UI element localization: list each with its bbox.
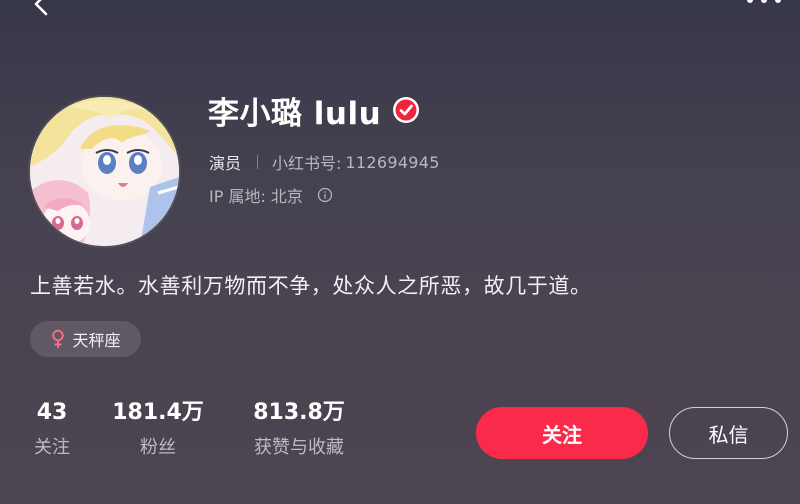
fans-label: 粉丝	[140, 437, 176, 458]
zodiac-tag: 天秤座	[30, 321, 141, 357]
nickname: 李小璐 lulu	[208, 95, 382, 132]
avatar-illustration	[30, 97, 179, 246]
verified-check-icon	[393, 97, 420, 123]
female-icon	[52, 329, 65, 348]
account-id-value: 112694945	[345, 152, 440, 172]
divider	[257, 155, 259, 169]
meta-row: 演员 小红书号: 112694945	[209, 149, 440, 175]
zodiac-label: 天秤座	[72, 331, 121, 350]
likes-count: 813.8万	[253, 400, 345, 425]
avatar[interactable]	[30, 97, 179, 246]
stat-following[interactable]: 43 关注	[22, 398, 82, 460]
stat-fans[interactable]: 181.4万 粉丝	[108, 398, 208, 460]
likes-label: 获赞与收藏	[254, 437, 344, 458]
more-horizontal-icon[interactable]	[742, 0, 792, 12]
fans-count: 181.4万	[112, 400, 204, 425]
following-label: 关注	[34, 437, 70, 458]
ip-location: IP 属地: 北京	[209, 187, 303, 206]
following-count: 43	[36, 400, 68, 425]
top-bar	[0, 0, 800, 30]
stat-likes-collections[interactable]: 813.8万 获赞与收藏	[240, 398, 358, 460]
role-label: 演员	[209, 154, 242, 173]
follow-button[interactable]: 关注	[476, 407, 648, 459]
bio: 上善若水。水善利万物而不争，处众人之所恶，故几于道。	[30, 274, 592, 298]
chevron-left-icon[interactable]	[22, 0, 62, 28]
info-circle-icon[interactable]	[317, 187, 333, 203]
name-row: 李小璐 lulu	[208, 88, 421, 132]
message-button[interactable]: 私信	[669, 407, 788, 459]
account-id-label: 小红书号:	[272, 154, 342, 173]
ip-location-row: IP 属地: 北京	[209, 182, 333, 208]
